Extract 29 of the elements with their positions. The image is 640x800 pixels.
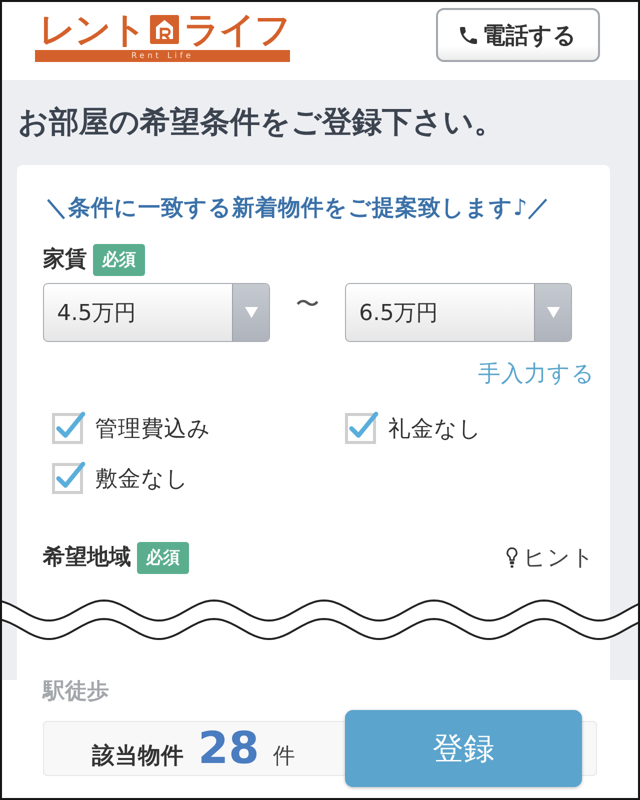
page-title: お部屋の希望条件をご登録下さい。 — [18, 105, 504, 141]
rent-select[interactable]: 6.5万円 — [345, 283, 572, 342]
walk-label: 駅徒歩 — [43, 680, 109, 704]
checkbox-label: 礼金なし — [388, 414, 482, 442]
caret-icon — [244, 307, 258, 318]
rent-select[interactable]: 4.5万円 — [43, 283, 270, 342]
hint-link[interactable]: ヒント — [506, 544, 595, 572]
count-number: 28 — [198, 724, 260, 774]
checkbox[interactable] — [345, 410, 379, 444]
logo-mark-icon — [150, 14, 178, 44]
checkbox[interactable] — [52, 460, 86, 494]
logo-tagline: Rent Life — [35, 50, 290, 62]
logo-text: ライフ — [184, 12, 290, 50]
rent-label: 家賃 — [43, 246, 87, 274]
checkbox-label: 管理費込み — [95, 414, 211, 442]
phone-icon — [460, 26, 476, 44]
count-label: 該当物件 — [92, 742, 184, 771]
area-label: 希望地域 — [43, 544, 131, 572]
checkbox-label: 敷金なし — [95, 464, 189, 492]
required-badge: 必須 — [93, 244, 145, 276]
range-separator: 〜 — [296, 289, 320, 319]
caret-icon — [546, 307, 560, 318]
required-badge: 必須 — [137, 542, 189, 574]
lightbulb-icon — [506, 547, 518, 569]
phone-button[interactable]: 電話する — [436, 8, 600, 62]
count-unit: 件 — [273, 743, 296, 771]
checkbox[interactable] — [52, 410, 86, 444]
lead-text: ＼条件に一致する新着物件をご提案致します♪／ — [45, 194, 552, 223]
logo-text: レント — [39, 12, 146, 50]
